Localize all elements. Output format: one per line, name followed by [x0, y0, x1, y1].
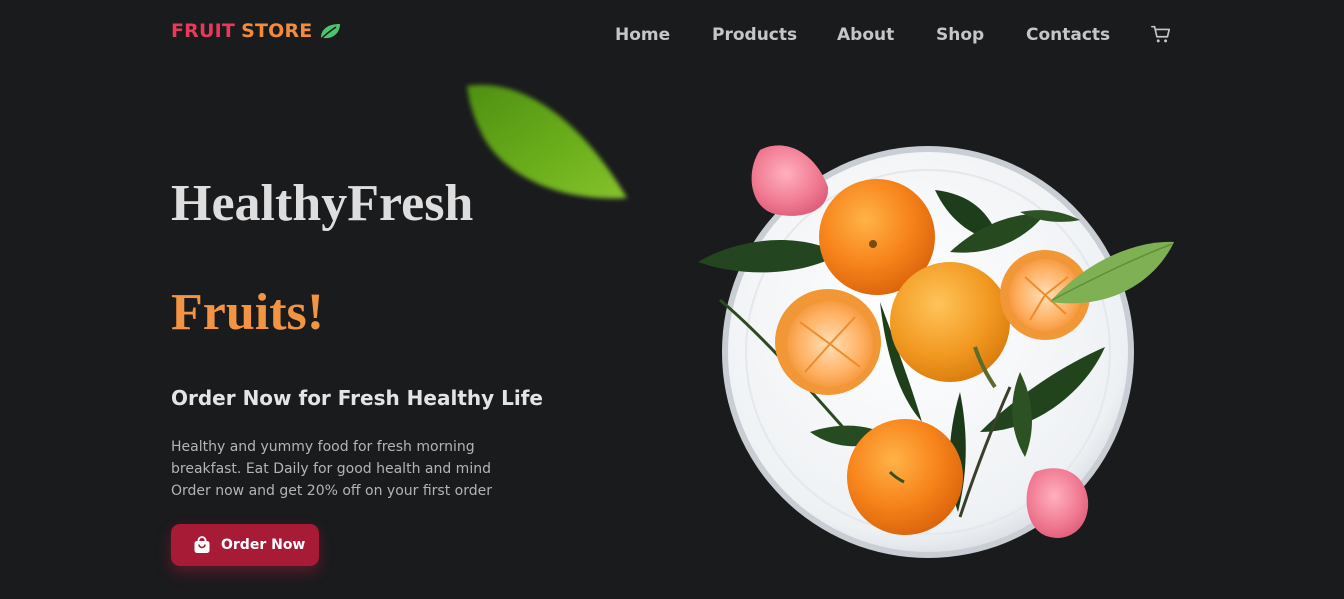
shopping-cart-icon[interactable]: [1150, 23, 1172, 45]
hero-description-line: Order now and get 20% off on your first …: [171, 483, 492, 499]
shopping-bag-icon: [194, 536, 210, 553]
nav-home[interactable]: Home: [615, 25, 670, 45]
hero-title-line1: HealthyFresh: [171, 175, 474, 232]
order-now-label: Order Now: [221, 537, 306, 553]
nav-products[interactable]: Products: [712, 25, 797, 45]
brand-logo[interactable]: FRUIT STORE: [171, 20, 342, 42]
logo-word-fruit: FRUIT: [171, 20, 236, 42]
nav-shop[interactable]: Shop: [936, 25, 984, 45]
nav-contacts[interactable]: Contacts: [1026, 25, 1110, 45]
hero-subtitle: Order Now for Fresh Healthy Life: [171, 386, 543, 410]
hero-description: Healthy and yummy food for fresh morning…: [171, 436, 531, 502]
order-now-button[interactable]: Order Now: [171, 524, 319, 566]
hero-description-line: Healthy and yummy food for fresh morning: [171, 439, 475, 455]
nav-about[interactable]: About: [837, 25, 894, 45]
hero-title-line2: Fruits!: [171, 284, 325, 341]
leaf-icon: [319, 24, 341, 41]
logo-word-store: STORE: [241, 20, 313, 42]
floating-leaf-image: [467, 84, 627, 199]
page: FRUIT STORE Home Products About Shop Con…: [0, 0, 1344, 599]
hero-description-line: breakfast. Eat Daily for good health and…: [171, 461, 491, 477]
oranges-plate-image: [698, 145, 1174, 558]
